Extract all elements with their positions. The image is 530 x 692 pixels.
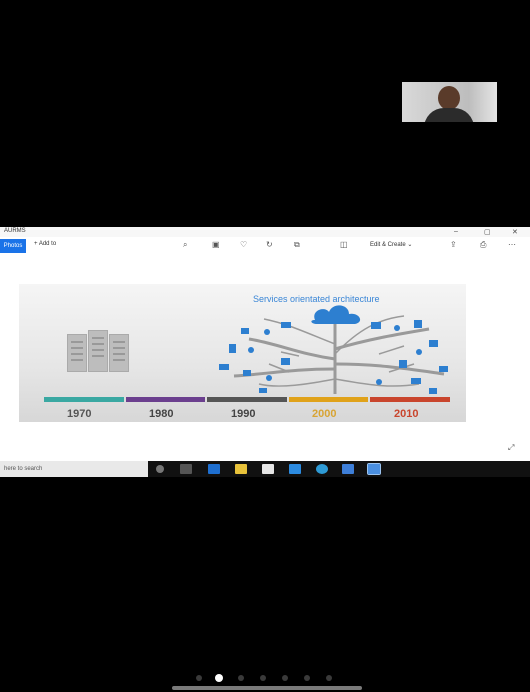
add-to-button[interactable]: + Add to <box>34 241 56 247</box>
expand-icon[interactable]: ⤢ <box>508 443 514 453</box>
cortana-icon[interactable] <box>156 465 164 473</box>
timeline-segment-2010 <box>370 397 450 402</box>
photos-taskbar-icon[interactable] <box>367 463 381 475</box>
timeline-segment-2000 <box>288 397 369 402</box>
slide-image: Services orientated architecture 1970 19… <box>19 284 466 422</box>
year-label-1990: 1990 <box>231 408 256 420</box>
timeline-segment-1990 <box>207 397 287 402</box>
page-dot-active[interactable] <box>215 674 223 682</box>
maximize-button[interactable]: ▢ <box>484 228 491 236</box>
webcam-thumbnail <box>402 82 497 122</box>
home-indicator[interactable] <box>172 686 362 690</box>
person-icon <box>438 86 460 110</box>
page-dot[interactable] <box>304 675 310 681</box>
page-dot[interactable] <box>326 675 332 681</box>
print-icon[interactable]: ⎙ <box>480 240 486 250</box>
mail-icon[interactable] <box>289 464 301 474</box>
heart-icon[interactable]: ♡ <box>240 240 247 249</box>
year-label-1970: 1970 <box>67 408 92 420</box>
browser-icon[interactable] <box>316 464 328 474</box>
close-button[interactable]: ✕ <box>512 228 518 236</box>
add-to-label: Add to <box>38 241 57 247</box>
rotate-icon[interactable]: ↻ <box>266 240 273 249</box>
app-icon[interactable] <box>342 464 354 474</box>
crop-icon[interactable]: ⧉ <box>294 240 300 250</box>
task-view-icon[interactable] <box>180 464 192 474</box>
share-screen-icon[interactable]: ◫ <box>340 240 348 249</box>
edit-create-button[interactable]: Edit & Create ⌄ <box>370 241 412 248</box>
zoom-icon[interactable]: ⌕ <box>183 240 187 250</box>
page-indicator <box>0 670 530 684</box>
toolbar: Photos + Add to ⌕ ▣ ♡ ↻ ⧉ ◫ Edit & Creat… <box>0 237 530 258</box>
title-bar: AURMS – ▢ ✕ <box>0 227 530 237</box>
year-label-1980: 1980 <box>149 408 174 420</box>
taskbar-search[interactable]: here to search <box>0 461 148 477</box>
window-title: AURMS <box>4 228 26 234</box>
minimize-button[interactable]: – <box>454 228 458 235</box>
page-dot[interactable] <box>196 675 202 681</box>
shared-screen: AURMS – ▢ ✕ Photos + Add to ⌕ ▣ ♡ ↻ ⧉ ◫ … <box>0 227 530 477</box>
windows-taskbar: here to search <box>0 461 530 477</box>
page-dot[interactable] <box>260 675 266 681</box>
timeline-segment-1980 <box>125 397 206 402</box>
photos-button[interactable]: Photos <box>0 239 26 253</box>
more-icon[interactable]: ⋯ <box>508 240 516 249</box>
year-label-2010: 2010 <box>394 408 419 420</box>
timeline-segment-1970 <box>44 397 124 402</box>
timeline-bar <box>44 397 452 402</box>
image-canvas: Services orientated architecture 1970 19… <box>0 257 530 461</box>
cloud-icon <box>311 305 361 324</box>
page-dot[interactable] <box>282 675 288 681</box>
year-label-2000: 2000 <box>312 408 337 420</box>
edge-icon[interactable] <box>208 464 220 474</box>
file-explorer-icon[interactable] <box>235 464 247 474</box>
share-icon[interactable]: ⇪ <box>450 240 457 249</box>
edit-create-label: Edit & Create <box>370 242 406 248</box>
store-icon[interactable] <box>262 464 274 474</box>
page-dot[interactable] <box>238 675 244 681</box>
slideshow-icon[interactable]: ▣ <box>212 240 220 249</box>
